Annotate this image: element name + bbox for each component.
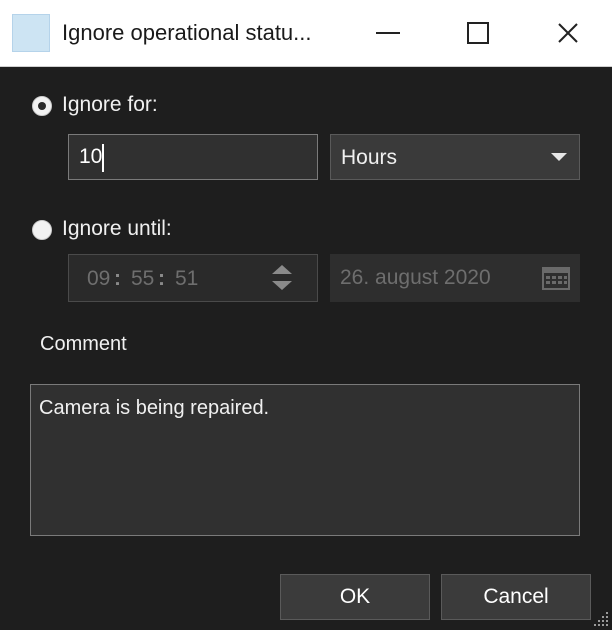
calendar-icon[interactable]: [542, 266, 570, 290]
close-button[interactable]: [528, 0, 608, 66]
ignore-for-label: Ignore for:: [62, 93, 158, 116]
ignore-for-unit-value: Hours: [341, 146, 398, 169]
ignore-for-amount-input[interactable]: [68, 134, 318, 180]
resize-grip-icon[interactable]: [592, 610, 610, 628]
time-separator: :: [114, 267, 121, 290]
time-minutes[interactable]: 55: [131, 267, 154, 291]
title-bar[interactable]: Ignore operational statu...: [0, 0, 612, 67]
maximize-icon: [467, 22, 489, 44]
ignore-until-time-picker[interactable]: 09 : 55 : 51: [68, 254, 318, 302]
comment-label: Comment: [40, 333, 127, 355]
window-title: Ignore operational statu...: [62, 20, 312, 45]
ignore-status-dialog: Ignore operational statu... Ignore for: …: [0, 0, 612, 630]
text-caret: [102, 144, 104, 172]
ok-button[interactable]: OK: [280, 574, 430, 620]
spinner-up-icon[interactable]: [272, 265, 292, 274]
minimize-button[interactable]: [348, 0, 428, 66]
time-hours[interactable]: 09: [87, 267, 110, 291]
time-separator: :: [158, 267, 165, 290]
time-seconds[interactable]: 51: [175, 267, 198, 291]
maximize-button[interactable]: [438, 0, 518, 66]
chevron-down-icon: [551, 153, 567, 161]
minimize-icon: [376, 32, 400, 34]
ignore-for-radio[interactable]: [32, 96, 52, 116]
ignore-until-label: Ignore until:: [62, 217, 172, 240]
ignore-until-date-picker[interactable]: 26. august 2020: [330, 254, 580, 302]
ignore-for-unit-select[interactable]: Hours: [330, 134, 580, 180]
app-icon: [12, 14, 50, 52]
comment-textarea[interactable]: Camera is being repaired.: [30, 384, 580, 536]
date-value: 26. august 2020: [340, 266, 491, 289]
ignore-until-radio[interactable]: [32, 220, 52, 240]
cancel-button[interactable]: Cancel: [441, 574, 591, 620]
close-icon: [558, 23, 578, 43]
spinner-down-icon[interactable]: [272, 281, 292, 290]
